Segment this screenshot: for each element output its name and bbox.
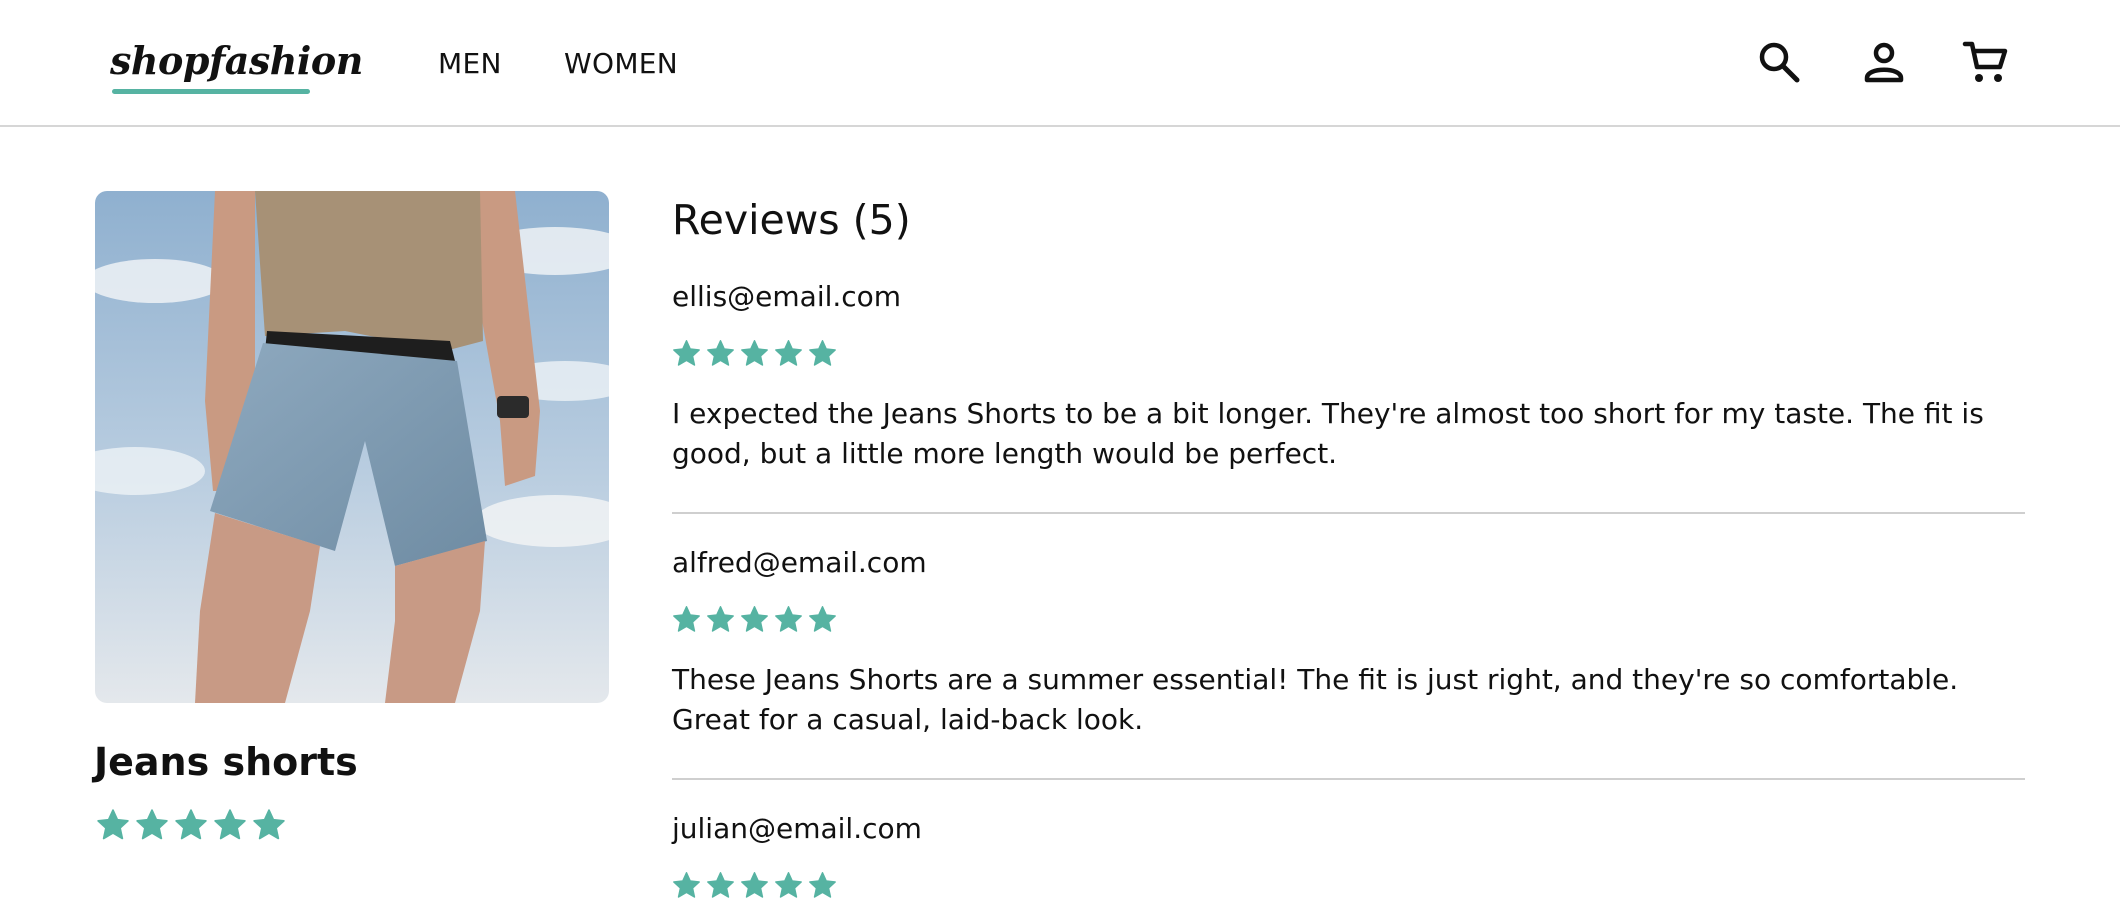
star-icon xyxy=(97,809,129,840)
review-rating xyxy=(672,339,2025,368)
review-author: alfred@email.com xyxy=(672,546,927,579)
star-icon xyxy=(214,809,246,840)
product-rating xyxy=(96,808,286,842)
cart-icon[interactable] xyxy=(1962,38,2010,86)
star-icon xyxy=(775,872,802,898)
star-icon xyxy=(741,872,768,898)
reviews-title: Reviews (5) xyxy=(672,196,911,244)
star-icon xyxy=(775,340,802,366)
star-icon xyxy=(673,606,700,632)
review-item: alfred@email.com These Jeans Shorts are … xyxy=(672,546,2025,740)
review-text: I expected the Jeans Shorts to be a bit … xyxy=(672,397,1984,470)
product-image xyxy=(95,191,609,703)
review-rating xyxy=(672,605,2025,634)
star-icon xyxy=(809,340,836,366)
site-header: shopfashion MEN WOMEN xyxy=(0,0,2120,127)
logo[interactable]: shopfashion xyxy=(110,38,363,83)
star-icon xyxy=(809,606,836,632)
review-author: julian@email.com xyxy=(672,812,922,845)
star-icon xyxy=(707,340,734,366)
logo-underline xyxy=(112,89,310,94)
nav-link-men[interactable]: MEN xyxy=(438,47,502,80)
review-author: ellis@email.com xyxy=(672,280,902,313)
product-name: Jeans shorts xyxy=(94,740,358,784)
star-icon xyxy=(741,340,768,366)
star-icon xyxy=(775,606,802,632)
nav-link-women[interactable]: WOMEN xyxy=(564,47,678,80)
star-icon xyxy=(673,340,700,366)
star-icon xyxy=(253,809,285,840)
search-icon[interactable] xyxy=(1755,38,1803,86)
star-icon xyxy=(136,809,168,840)
star-icon xyxy=(673,872,700,898)
star-icon xyxy=(741,606,768,632)
star-icon xyxy=(707,872,734,898)
user-icon[interactable] xyxy=(1860,38,1908,86)
review-text: These Jeans Shorts are a summer essentia… xyxy=(672,663,1959,736)
review-rating xyxy=(672,871,2025,900)
review-item: julian@email.com xyxy=(672,812,2025,900)
star-icon xyxy=(809,872,836,898)
review-divider xyxy=(672,778,2025,780)
star-icon xyxy=(707,606,734,632)
star-icon xyxy=(175,809,207,840)
review-divider xyxy=(672,512,2025,514)
review-item: ellis@email.com I expected the Jeans Sho… xyxy=(672,280,2025,474)
